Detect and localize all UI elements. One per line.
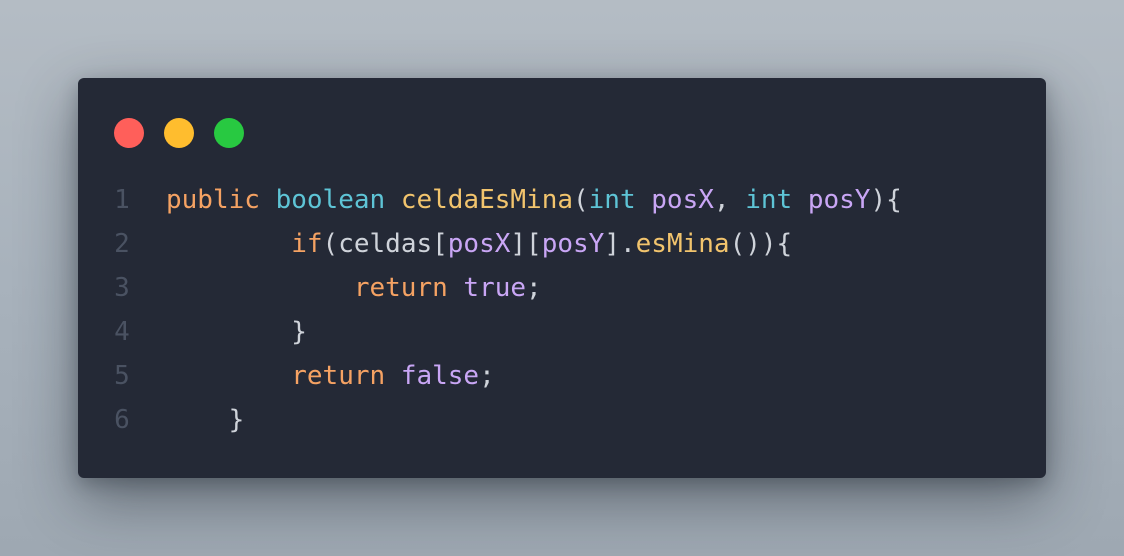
window-controls: [114, 118, 244, 148]
line-number: 1: [114, 185, 130, 215]
code-token: (: [573, 185, 589, 215]
code-token: int: [588, 185, 636, 215]
code-token: celdaEsMina: [400, 185, 573, 215]
line-source: }: [166, 310, 307, 354]
line-number: 5: [114, 361, 130, 391]
code-token: ){: [870, 185, 902, 215]
code-line: 3 return true;: [78, 266, 1046, 310]
code-token: int: [745, 185, 793, 215]
code-token: ;: [479, 361, 495, 391]
line-number: 4: [114, 317, 130, 347]
code-line: 6 }: [78, 398, 1046, 442]
code-token: ,: [713, 185, 746, 215]
code-line: 1 public boolean celdaEsMina(int posX, in…: [78, 178, 1046, 222]
code-line: 4 }: [78, 310, 1046, 354]
code-token: ;: [526, 273, 542, 303]
line-number: 2: [114, 229, 130, 259]
code-token: if: [291, 229, 323, 259]
code-token: boolean: [275, 185, 386, 215]
code-token: }: [228, 405, 245, 435]
code-window: 1 public boolean celdaEsMina(int posX, in…: [78, 78, 1046, 478]
maximize-button[interactable]: [214, 118, 244, 148]
line-source: if(celdas[posX][posY].esMina()){: [166, 222, 792, 266]
line-source: }: [166, 398, 245, 442]
code-token: false: [400, 361, 480, 391]
line-number: 6: [114, 405, 130, 435]
code-token: public: [166, 185, 260, 215]
code-token: posY: [541, 229, 605, 259]
minimize-button[interactable]: [164, 118, 194, 148]
code-token: return: [291, 361, 386, 391]
code-block: 1 public boolean celdaEsMina(int posX, in…: [78, 178, 1046, 442]
code-token: }: [291, 317, 307, 347]
line-source: return true;: [166, 266, 542, 310]
code-token: ()){: [729, 229, 793, 259]
line-number: 3: [114, 273, 130, 303]
code-token: posX: [447, 229, 511, 259]
code-token: esMina: [635, 229, 730, 259]
code-line: 5 return false;: [78, 354, 1046, 398]
code-token: return: [353, 273, 448, 303]
code-token: posX: [651, 185, 714, 215]
code-line: 2 if(celdas[posX][posY].esMina()){: [78, 222, 1046, 266]
close-button[interactable]: [114, 118, 144, 148]
line-source: return false;: [166, 354, 495, 398]
code-token: ].: [604, 229, 636, 259]
code-token: posY: [807, 185, 871, 215]
code-token: (celdas[: [322, 229, 448, 259]
code-token: ][: [510, 229, 542, 259]
code-token: true: [463, 273, 527, 303]
line-source: public boolean celdaEsMina(int posX, int…: [166, 178, 902, 222]
